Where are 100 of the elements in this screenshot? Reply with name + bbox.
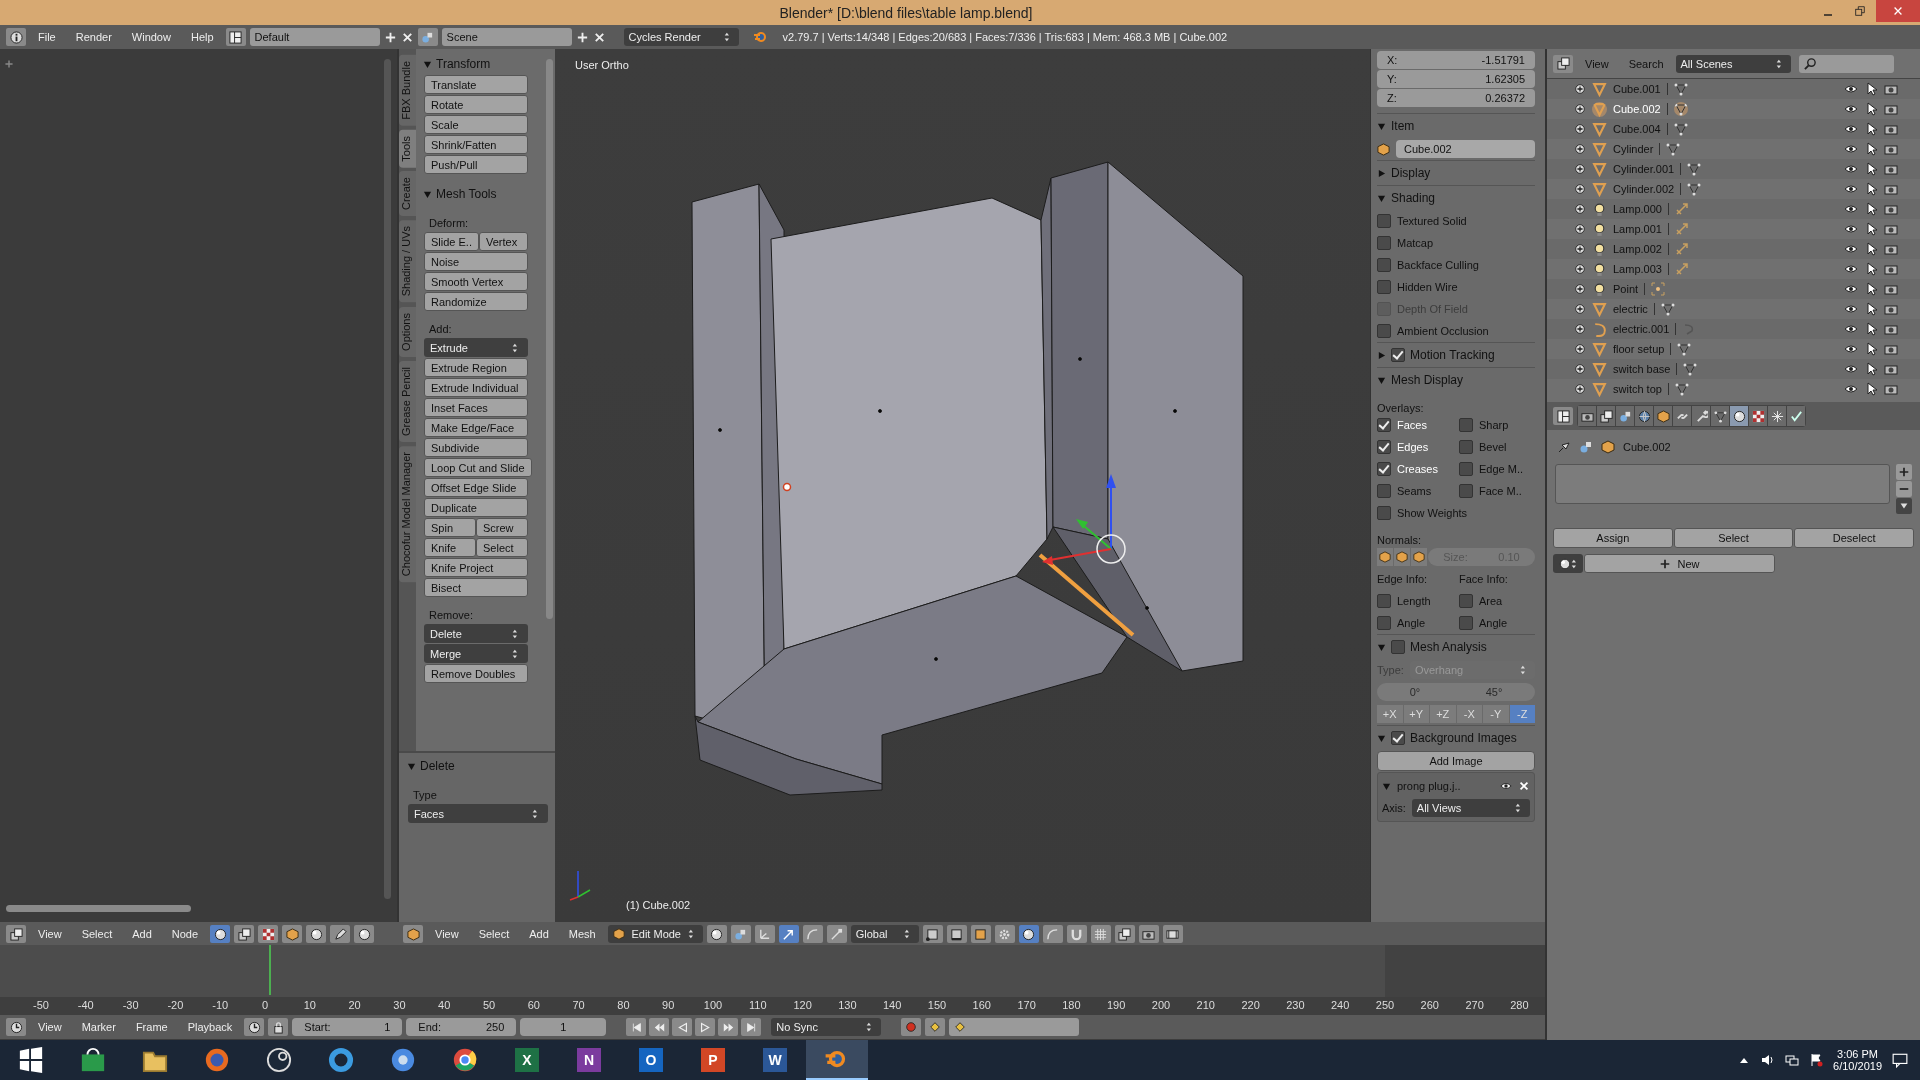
menu-item[interactable]: Add: [521, 926, 557, 942]
outliner-row[interactable]: Lamp.002: [1547, 239, 1920, 259]
taskbar-button[interactable]: W: [744, 1040, 806, 1080]
menu-item[interactable]: Render: [67, 29, 120, 45]
new-material-button[interactable]: New: [1584, 554, 1775, 573]
tool-button[interactable]: Extrude Individual: [424, 378, 528, 397]
tool-button[interactable]: Push/Pull: [424, 155, 528, 174]
menu-item[interactable]: View: [30, 1019, 70, 1035]
outliner-row[interactable]: Cylinder.001: [1547, 159, 1920, 179]
tool-button[interactable]: Subdivide: [424, 438, 528, 457]
layout-field[interactable]: Default: [249, 28, 380, 46]
tool-button[interactable]: Smooth Vertex: [424, 272, 528, 291]
menu-item[interactable]: Add: [124, 926, 160, 942]
tool-button[interactable]: Translate: [424, 75, 528, 94]
menu-item[interactable]: Marker: [73, 1019, 124, 1035]
outliner-row[interactable]: Cylinder.002: [1547, 179, 1920, 199]
taskbar-button[interactable]: P: [682, 1040, 744, 1080]
menu-item[interactable]: Select: [470, 926, 518, 942]
number-field[interactable]: Z: 0.26372: [1377, 89, 1535, 107]
outliner-row[interactable]: Lamp.000: [1547, 199, 1920, 219]
tool-button[interactable]: Slide E..: [424, 232, 479, 251]
menu-item[interactable]: Search: [1620, 55, 1672, 72]
sync-dropdown[interactable]: No Sync: [771, 1018, 882, 1036]
display-mode-dropdown[interactable]: All Scenes: [1675, 54, 1791, 73]
range-field[interactable]: 0° 45°: [1377, 683, 1535, 701]
shelf-tab[interactable]: Create: [399, 171, 416, 217]
tool-dropdown[interactable]: Merge: [424, 644, 528, 663]
outliner-row[interactable]: Cube.001: [1547, 79, 1920, 99]
tool-button[interactable]: Knife: [424, 538, 476, 557]
outliner-row[interactable]: electric.001: [1547, 319, 1920, 339]
number-field[interactable]: X: -1.51791: [1377, 51, 1535, 69]
tool-button[interactable]: Screw: [476, 518, 528, 537]
add-image-button[interactable]: Add Image: [1377, 751, 1535, 771]
tool-button[interactable]: Vertex: [478, 232, 528, 251]
outliner-row[interactable]: electric: [1547, 299, 1920, 319]
tool-button[interactable]: Loop Cut and Slide: [424, 458, 532, 477]
tool-button[interactable]: Randomize: [424, 292, 528, 311]
tool-button[interactable]: Knife Project: [424, 558, 528, 577]
end-frame-field[interactable]: End: 250: [406, 1018, 517, 1036]
menu-item[interactable]: Playback: [179, 1019, 241, 1035]
menu-item[interactable]: View: [1577, 55, 1617, 72]
orientation-dropdown[interactable]: Global: [850, 925, 919, 943]
tool-button[interactable]: Offset Edge Slide: [424, 478, 528, 497]
outliner-row[interactable]: Cube.004: [1547, 119, 1920, 139]
mode-dropdown[interactable]: Edit Mode: [607, 925, 703, 943]
tool-button[interactable]: Noise: [424, 252, 528, 271]
axis-toggle[interactable]: -X: [1456, 705, 1482, 723]
shelf-tab[interactable]: Shading / UVs: [399, 220, 416, 303]
outliner-row[interactable]: Cylinder: [1547, 139, 1920, 159]
shelf-tab[interactable]: Chocofur Model Manager: [399, 445, 416, 582]
axis-toggle[interactable]: -Y: [1483, 705, 1509, 723]
menu-item[interactable]: View: [427, 926, 467, 942]
slot-button[interactable]: Select: [1673, 528, 1794, 548]
tool-button[interactable]: Bisect: [424, 578, 528, 597]
tool-dropdown[interactable]: Delete: [424, 624, 528, 643]
menu-item[interactable]: Mesh: [560, 926, 604, 942]
shelf-tab[interactable]: Options: [399, 306, 416, 357]
name-field[interactable]: Cube.002: [1396, 140, 1535, 158]
tool-dropdown[interactable]: Extrude: [424, 338, 528, 357]
outliner-row[interactable]: switch top: [1547, 379, 1920, 399]
tool-button[interactable]: Inset Faces: [424, 398, 528, 417]
shelf-tab[interactable]: Tools: [399, 129, 416, 168]
menu-item[interactable]: Window: [123, 29, 179, 45]
outliner-row[interactable]: Lamp.003: [1547, 259, 1920, 279]
tool-button[interactable]: Extrude Region: [424, 358, 528, 377]
menu-item[interactable]: Select: [73, 926, 121, 942]
menu-item[interactable]: Help: [182, 29, 222, 45]
tool-dropdown[interactable]: Faces: [408, 804, 548, 823]
tool-button[interactable]: Remove Doubles: [424, 664, 528, 683]
menu-item[interactable]: Frame: [127, 1019, 176, 1035]
tool-button[interactable]: Rotate: [424, 95, 528, 114]
outliner-row[interactable]: floor setup: [1547, 339, 1920, 359]
ruler-label: 130: [837, 999, 858, 1011]
outliner-row[interactable]: Lamp.001: [1547, 219, 1920, 239]
outliner-row[interactable]: switch base: [1547, 359, 1920, 379]
scene-field[interactable]: Scene: [441, 28, 572, 46]
shelf-tab[interactable]: Grease Pencil: [399, 360, 416, 442]
axis-dropdown[interactable]: All Views: [1411, 799, 1530, 817]
tool-button[interactable]: Scale: [424, 115, 528, 134]
taskbar-button[interactable]: O: [620, 1040, 682, 1080]
tool-button[interactable]: Spin: [424, 518, 476, 537]
tool-button[interactable]: Make Edge/Face: [424, 418, 528, 437]
tool-button[interactable]: Duplicate: [424, 498, 528, 517]
taskbar-button[interactable]: N: [558, 1040, 620, 1080]
menu-item[interactable]: View: [30, 926, 70, 942]
slot-button[interactable]: Assign: [1553, 528, 1673, 548]
outliner-row[interactable]: Cube.002: [1547, 99, 1920, 119]
tool-button[interactable]: Select: [476, 538, 528, 557]
outliner-row[interactable]: Point: [1547, 279, 1920, 299]
taskbar-button[interactable]: X: [496, 1040, 558, 1080]
menu-item[interactable]: Node: [163, 926, 207, 942]
menu-item[interactable]: File: [30, 29, 64, 45]
number-field[interactable]: Y: 1.62305: [1377, 70, 1535, 88]
current-frame-field[interactable]: 1: [520, 1018, 607, 1036]
tool-button[interactable]: Shrink/Fatten: [424, 135, 528, 154]
shelf-tab[interactable]: FBX Bundle: [399, 55, 416, 126]
start-frame-field[interactable]: Start: 1: [292, 1018, 403, 1036]
slot-button[interactable]: Deselect: [1794, 528, 1914, 548]
render-engine-dropdown[interactable]: Cycles Render: [623, 28, 739, 46]
axis-toggle[interactable]: +X: [1377, 705, 1403, 723]
